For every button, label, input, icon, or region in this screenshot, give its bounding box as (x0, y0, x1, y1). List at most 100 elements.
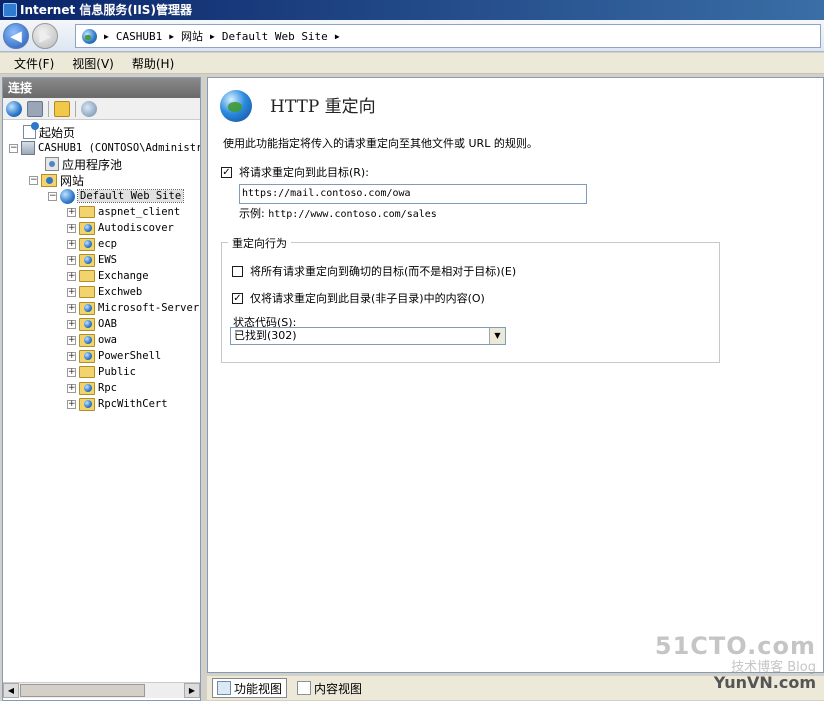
redirect-url-input[interactable]: https://mail.contoso.com/owa (239, 184, 587, 204)
tree-item-ews[interactable]: + EWS (67, 252, 117, 268)
expand-icon[interactable]: + (67, 271, 76, 281)
tree-item-app-pools[interactable]: 应用程序池 (45, 156, 122, 172)
tree-item-exchange[interactable]: + Exchange (67, 268, 149, 284)
menu-view[interactable]: 视图(V) (72, 55, 114, 72)
forward-button[interactable]: ▶ (32, 23, 58, 49)
tree-item-label: CASHUB1 (CONTOSO\Administr (38, 142, 200, 154)
expand-icon[interactable]: + (67, 399, 76, 409)
breadcrumb-separator-icon: ▶ (210, 31, 215, 41)
app-pool-icon (45, 157, 59, 171)
tree-item-label: 网站 (60, 173, 85, 188)
breadcrumb-server[interactable]: CASHUB1 (116, 30, 162, 43)
expand-icon[interactable]: + (67, 303, 76, 313)
tree-item-label: Microsoft-Server (98, 302, 200, 314)
tree-item-autodiscover[interactable]: + Autodiscover (67, 220, 174, 236)
tree-item-exchweb[interactable]: + Exchweb (67, 284, 142, 300)
virtual-directory-icon (79, 317, 95, 331)
start-page-icon (23, 122, 39, 139)
status-code-select[interactable]: 已找到(302) ▼ (230, 327, 506, 345)
expand-icon[interactable]: + (67, 367, 76, 377)
checkbox-checked-icon[interactable]: ✓ (221, 166, 232, 178)
expand-icon[interactable]: + (67, 223, 76, 233)
tree-item-rpcwithcert[interactable]: + RpcWithCert (67, 396, 168, 412)
up-folder-icon[interactable] (54, 100, 70, 117)
connect-globe-icon[interactable] (6, 100, 22, 117)
scroll-left-icon[interactable]: ◀ (3, 683, 19, 698)
feature-description: 使用此功能指定将传入的请求重定向至其他文件或 URL 的规则。 (223, 137, 538, 150)
globe-icon (82, 28, 97, 44)
tree-item-label: Exchange (98, 270, 149, 282)
tree-item-microsoft-server[interactable]: + Microsoft-Server (67, 300, 199, 316)
virtual-directory-icon (79, 397, 95, 411)
tree-item-label: owa (98, 334, 117, 346)
tree-item-label: EWS (98, 254, 117, 266)
tree-item-ecp[interactable]: + ecp (67, 236, 117, 252)
virtual-directory-icon (79, 221, 95, 235)
breadcrumb[interactable]: ▶ CASHUB1 ▶ 网站 ▶ Default Web Site ▶ (75, 24, 821, 48)
tree-item-sites[interactable]: − 网站 (29, 172, 84, 188)
example-label: 示例: (239, 207, 265, 220)
tree-item-oab[interactable]: + OAB (67, 316, 117, 332)
toolbar-divider (48, 100, 49, 117)
page-title: HTTP 重定向 (270, 97, 376, 117)
disconnect-icon[interactable] (81, 100, 97, 117)
checkbox-checked-icon[interactable]: ✓ (232, 292, 243, 304)
folder-icon (79, 270, 95, 282)
dropdown-arrow-icon[interactable]: ▼ (489, 328, 505, 344)
menu-file[interactable]: 文件(F) (14, 55, 54, 72)
sites-icon (41, 173, 57, 187)
tree-item-start-page[interactable]: 起始页 (23, 122, 75, 140)
feature-pane: HTTP 重定向 使用此功能指定将传入的请求重定向至其他文件或 URL 的规则。… (207, 77, 824, 673)
tab-label: 功能视图 (234, 681, 283, 696)
only-this-directory-checkbox[interactable]: ✓ 仅将请求重定向到此目录(非子目录)中的内容(O) (232, 290, 485, 306)
breadcrumb-sites[interactable]: 网站 (181, 28, 203, 44)
folder-icon (79, 286, 95, 298)
tree-item-server[interactable]: − CASHUB1 (CONTOSO\Administr (9, 140, 200, 156)
tree-item-aspnet-client[interactable]: + aspnet_client (67, 204, 180, 220)
checkbox-unchecked-icon[interactable] (232, 265, 243, 277)
tree-item-label: PowerShell (98, 350, 162, 362)
virtual-directory-icon (79, 381, 95, 395)
tree-item-rpc[interactable]: + Rpc (67, 380, 117, 396)
expand-icon[interactable]: + (67, 255, 76, 265)
virtual-directory-icon (79, 253, 95, 267)
collapse-icon[interactable]: − (9, 143, 18, 153)
menu-help[interactable]: 帮助(H) (132, 55, 174, 72)
folder-icon (79, 206, 95, 218)
http-redirect-globe-icon (220, 90, 252, 122)
website-globe-icon (60, 188, 75, 204)
tab-features-view[interactable]: 功能视图 (212, 678, 288, 698)
tree-item-owa[interactable]: + owa (67, 332, 117, 348)
expand-icon[interactable]: + (67, 383, 76, 393)
collapse-icon[interactable]: − (48, 191, 57, 201)
redirect-to-destination-checkbox[interactable]: ✓ 将请求重定向到此目标(R): (221, 164, 369, 180)
tree-item-label: Autodiscover (98, 222, 174, 234)
tree-item-default-web-site[interactable]: − Default Web Site (48, 188, 185, 204)
breadcrumb-default-site[interactable]: Default Web Site (222, 30, 328, 43)
scrollbar-thumb[interactable] (20, 684, 145, 697)
tree-item-label: RpcWithCert (98, 398, 168, 410)
tree-item-label: Default Web Site (76, 189, 185, 203)
checkbox-label: 将所有请求重定向到确切的目标(而不是相对于目标)(E) (250, 265, 517, 278)
scroll-right-icon[interactable]: ▶ (184, 683, 200, 698)
tree-item-public[interactable]: + Public (67, 364, 136, 380)
horizontal-scrollbar[interactable]: ◀ ▶ (3, 682, 200, 698)
expand-icon[interactable]: + (67, 207, 76, 217)
expand-icon[interactable]: + (67, 239, 76, 249)
exact-destination-checkbox[interactable]: 将所有请求重定向到确切的目标(而不是相对于目标)(E) (232, 263, 516, 279)
status-code-value: 已找到(302) (234, 329, 297, 342)
save-icon[interactable] (27, 100, 43, 117)
back-button[interactable]: ◀ (3, 23, 29, 49)
expand-icon[interactable]: + (67, 351, 76, 361)
collapse-icon[interactable]: − (29, 175, 38, 185)
tab-content-view[interactable]: 内容视图 (293, 678, 366, 698)
expand-icon[interactable]: + (67, 287, 76, 297)
breadcrumb-separator-icon[interactable]: ▶ (335, 32, 340, 41)
virtual-directory-icon (79, 349, 95, 363)
tree-item-label: ecp (98, 238, 117, 250)
example-url: http://www.contoso.com/sales (268, 209, 437, 220)
tree-item-powershell[interactable]: + PowerShell (67, 348, 161, 364)
expand-icon[interactable]: + (67, 319, 76, 329)
expand-icon[interactable]: + (67, 335, 76, 345)
iis-app-icon (3, 3, 17, 17)
